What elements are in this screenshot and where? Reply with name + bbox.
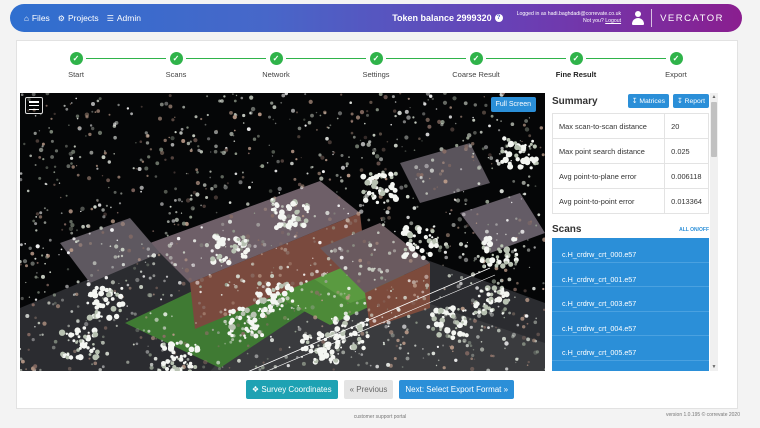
step-start[interactable]: ✓ Start xyxy=(46,52,106,79)
previous-button[interactable]: « Previous xyxy=(343,380,394,399)
brand-logo: VERCATOR xyxy=(660,12,724,24)
step-network[interactable]: ✓ Network xyxy=(246,52,306,79)
step-label: Export xyxy=(665,70,687,79)
progress-steps: ✓ Start ✓ Scans ✓ Network ✓ Settings ✓ Coarse Res… xyxy=(26,52,726,82)
point-cloud-viewer[interactable]: Full Screen xyxy=(20,93,545,371)
user-icon[interactable] xyxy=(631,11,645,25)
nav-admin-label: Admin xyxy=(116,13,141,23)
scan-list-item[interactable]: c.H_crdrw_crt_004.e57 xyxy=(552,312,709,337)
survey-coordinates-label: Survey Coordinates xyxy=(261,385,332,394)
matrices-button[interactable]: ↧ Matrices xyxy=(627,94,669,108)
next-button[interactable]: Next: Select Export Format » xyxy=(399,380,515,399)
scroll-thumb[interactable] xyxy=(711,102,717,157)
nav-files-label: Files xyxy=(31,13,50,23)
wizard-actions: ❖ Survey Coordinates « Previous Next: Se… xyxy=(0,380,760,399)
fullscreen-button[interactable]: Full Screen xyxy=(490,97,536,112)
home-icon: ⌂ xyxy=(24,13,29,23)
scan-list-item[interactable]: c.H_crdrw_crt_005.e57 xyxy=(552,336,709,361)
summary-scrollbar[interactable]: ▲ ▼ xyxy=(710,93,718,371)
metric-row: Max scan-to-scan distance 20 xyxy=(552,113,709,139)
report-label: Report xyxy=(684,98,705,105)
metric-label: Avg point-to-plane error xyxy=(552,163,666,189)
metric-value: 0.025 xyxy=(664,138,709,164)
nav-files[interactable]: ⌂ Files xyxy=(24,13,50,23)
check-icon: ✓ xyxy=(69,52,83,65)
metric-value: 20 xyxy=(664,113,709,139)
step-fine-result[interactable]: ✓ Fine Result xyxy=(546,52,606,79)
token-balance: Token balance 2999320 ? xyxy=(392,13,503,23)
login-info: Logged in as hadi.baghdadi@correvate.co.… xyxy=(517,11,621,25)
building-roof xyxy=(460,193,545,253)
step-label: Coarse Result xyxy=(452,70,500,79)
point-cloud-render[interactable] xyxy=(20,93,545,371)
help-icon[interactable]: ? xyxy=(494,14,503,22)
step-label: Settings xyxy=(362,70,390,79)
header-divider xyxy=(651,9,653,27)
check-icon: ✓ xyxy=(369,52,383,65)
summary-panel: Summary ↧ Matrices ↧ Report Max scan-to-… xyxy=(552,93,709,371)
metric-row: Avg point-to-plane error 0.006118 xyxy=(552,163,709,189)
nav-admin[interactable]: ☰ Admin xyxy=(107,13,141,23)
step-label: Scans xyxy=(165,70,187,79)
download-icon: ↧ xyxy=(631,98,638,105)
step-label: Network xyxy=(262,70,290,79)
step-label: Fine Result xyxy=(555,70,597,79)
metric-label: Avg point-to-point error xyxy=(552,188,666,214)
version-text: version 1.0.195 © correvate 2020 xyxy=(665,412,740,418)
scan-list: c.H_crdrw_crt_000.e57 c.H_crdrw_crt_001.e… xyxy=(552,238,709,371)
login-user: Logged in as hadi.baghdadi@correvate.co.… xyxy=(516,11,622,17)
crosshair-icon: ❖ xyxy=(251,385,260,394)
matrices-label: Matrices xyxy=(639,98,665,105)
scan-list-item[interactable]: c.H_crdrw_crt_000.e57 xyxy=(552,238,709,263)
survey-coordinates-button[interactable]: ❖ Survey Coordinates xyxy=(245,380,338,399)
gears-icon: ⚙ xyxy=(57,13,65,23)
sliders-icon: ☰ xyxy=(106,13,114,23)
nav-projects[interactable]: ⚙ Projects xyxy=(58,13,99,23)
scan-list-item[interactable]: c.H_crdrw_crt_001.e57 xyxy=(552,263,709,288)
hamburger-menu-icon[interactable] xyxy=(25,97,43,114)
check-icon: ✓ xyxy=(169,52,183,65)
check-icon: ✓ xyxy=(669,52,683,65)
logout-link[interactable]: Logout xyxy=(605,18,621,24)
check-icon: ✓ xyxy=(469,52,483,65)
not-you-text: Not you? xyxy=(582,18,604,24)
main-nav: ⌂ Files ⚙ Projects ☰ Admin xyxy=(10,13,141,23)
scan-list-item[interactable]: c.H_crdrw_crt_006.e57 xyxy=(552,361,709,371)
step-coarse-result[interactable]: ✓ Coarse Result xyxy=(446,52,506,79)
scans-title: Scans xyxy=(552,224,582,235)
token-balance-text: Token balance 2999320 xyxy=(392,13,492,23)
metric-label: Max scan-to-scan distance xyxy=(552,113,666,139)
metric-value: 0.013364 xyxy=(664,188,709,214)
metric-label: Max point search distance xyxy=(552,138,666,164)
download-icon: ↧ xyxy=(677,98,683,105)
all-on-off-toggle[interactable]: ALL ON/OFF xyxy=(679,227,709,233)
metric-value: 0.006118 xyxy=(664,163,709,189)
metric-row: Max point search distance 0.025 xyxy=(552,138,709,164)
step-export[interactable]: ✓ Export xyxy=(646,52,706,79)
summary-table: Max scan-to-scan distance 20 Max point sea… xyxy=(552,113,709,214)
summary-title: Summary xyxy=(552,95,598,107)
scroll-up-icon[interactable]: ▲ xyxy=(710,93,718,101)
scroll-down-icon[interactable]: ▼ xyxy=(710,363,718,371)
support-link[interactable]: customer support portal xyxy=(0,414,760,420)
scan-list-item[interactable]: c.H_crdrw_crt_003.e57 xyxy=(552,287,709,312)
check-icon: ✓ xyxy=(569,52,583,65)
step-label: Start xyxy=(68,70,84,79)
report-button[interactable]: ↧ Report xyxy=(673,94,709,108)
nav-projects-label: Projects xyxy=(67,13,99,23)
step-scans[interactable]: ✓ Scans xyxy=(146,52,206,79)
top-bar: ⌂ Files ⚙ Projects ☰ Admin Token balance… xyxy=(10,4,742,32)
metric-row: Avg point-to-point error 0.013364 xyxy=(552,188,709,214)
step-settings[interactable]: ✓ Settings xyxy=(346,52,406,79)
check-icon: ✓ xyxy=(269,52,283,65)
